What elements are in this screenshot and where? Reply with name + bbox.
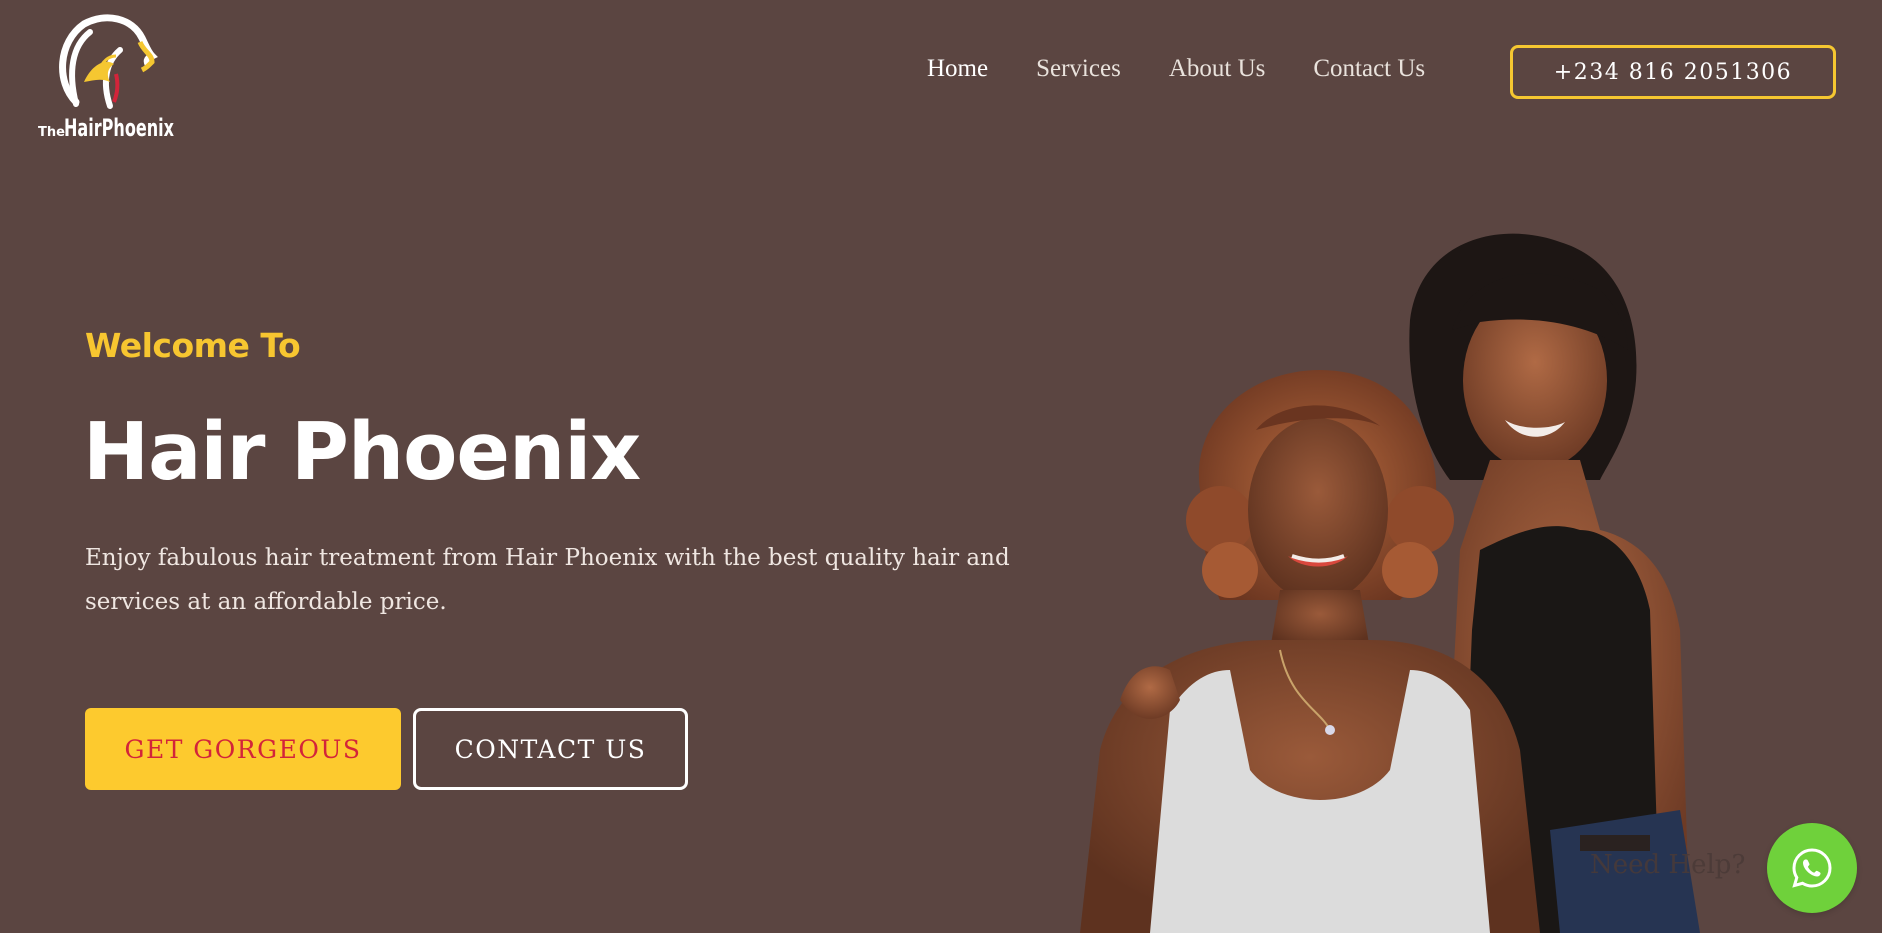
whatsapp-button[interactable] — [1767, 823, 1857, 913]
main-nav: Home Services About Us Contact Us — [927, 55, 1473, 83]
get-gorgeous-button[interactable]: GET GORGEOUS — [85, 708, 401, 790]
hero-description: Enjoy fabulous hair treatment from Hair … — [85, 545, 1010, 615]
need-help-label: Need Help? — [1590, 850, 1746, 880]
hero-photo — [1080, 230, 1760, 933]
nav-contact-us[interactable]: Contact Us — [1313, 55, 1425, 83]
page: The HairPhoenix Home Services About Us C… — [0, 0, 1882, 933]
hero-title: Hair Phoenix — [83, 406, 641, 498]
contact-us-button[interactable]: CONTACT US — [413, 708, 688, 790]
logo-text-large: HairPhoenix — [64, 114, 174, 138]
whatsapp-icon — [1792, 848, 1832, 888]
nav-services[interactable]: Services — [1036, 55, 1121, 83]
phone-button[interactable]: +234 816 2051306 — [1510, 45, 1836, 99]
phoenix-logo-icon: The HairPhoenix — [38, 14, 174, 138]
nav-home[interactable]: Home — [927, 55, 988, 83]
nav-about-us[interactable]: About Us — [1169, 55, 1266, 83]
welcome-heading: Welcome To — [85, 326, 301, 365]
logo-text-small: The — [38, 125, 65, 138]
brand-logo[interactable]: The HairPhoenix — [36, 12, 176, 138]
